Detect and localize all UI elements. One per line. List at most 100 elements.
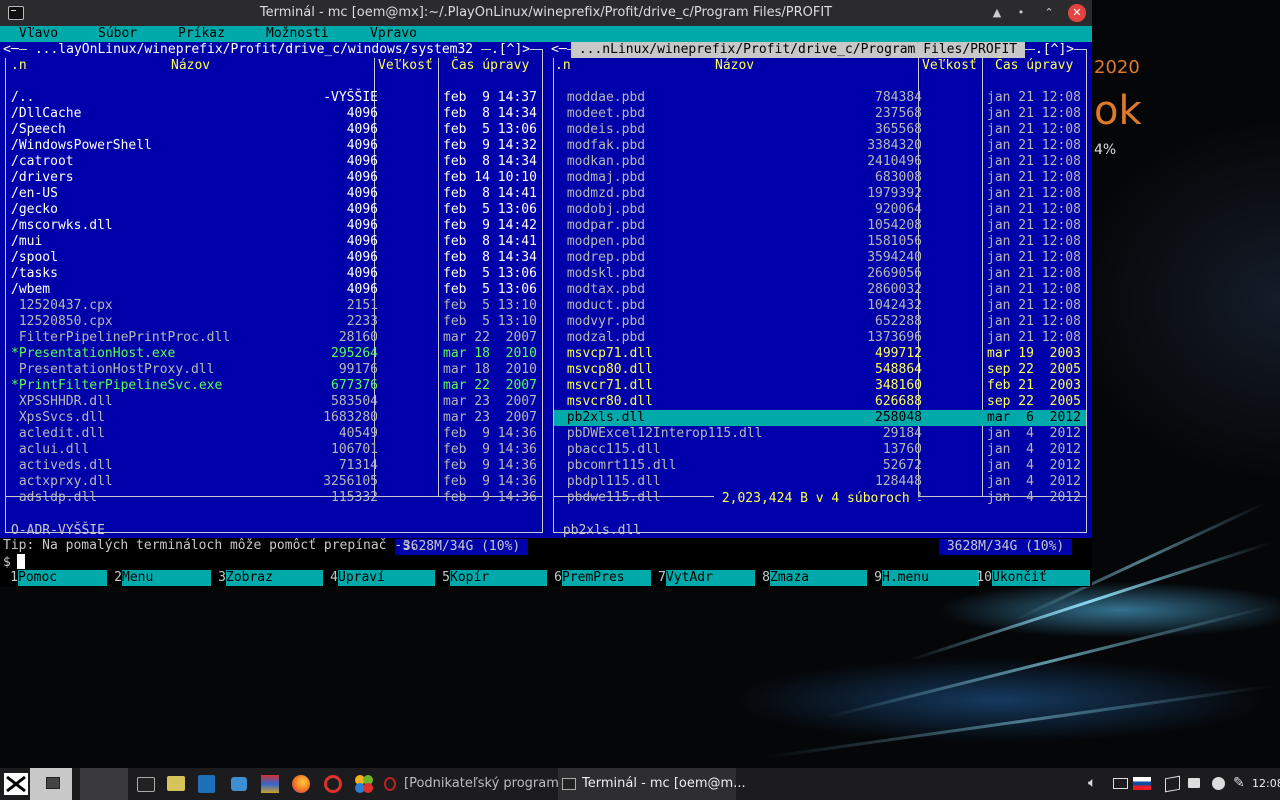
file-row[interactable]: moduct.pbd 1042432 jan 21 12:08 bbox=[554, 298, 1086, 314]
file-row[interactable]: /spool 4096 feb 8 14:34 bbox=[6, 250, 542, 266]
file-row[interactable]: /mui 4096 feb 8 14:41 bbox=[6, 234, 542, 250]
shade-button[interactable]: ▲ bbox=[988, 4, 1006, 22]
fkey-move[interactable]: 6 PremPres bbox=[544, 570, 651, 586]
file-row[interactable]: msvcp80.dll 548864 sep 22 2005 bbox=[554, 362, 1086, 378]
file-row[interactable]: msvcp71.dll 499712 mar 19 2003 bbox=[554, 346, 1086, 362]
menu-button[interactable] bbox=[3, 768, 29, 800]
launcher-app[interactable] bbox=[229, 768, 251, 800]
file-row[interactable]: modeet.pbd 237568 jan 21 12:08 bbox=[554, 106, 1086, 122]
keyboard-layout-tray[interactable] bbox=[1133, 768, 1153, 800]
launcher-terminal[interactable] bbox=[136, 768, 156, 800]
file-row[interactable]: /catroot 4096 feb 8 14:34 bbox=[6, 154, 542, 170]
launcher-playonlinux[interactable] bbox=[353, 768, 375, 800]
panel-history-button[interactable]: .[^]> bbox=[1035, 42, 1075, 58]
menu-options[interactable]: Možnosti bbox=[266, 26, 329, 42]
panel-corner[interactable]: <─ bbox=[3, 42, 19, 58]
fkey-menu[interactable]: 2 Menu bbox=[104, 570, 211, 586]
file-row[interactable]: /mscorwks.dll 4096 feb 9 14:42 bbox=[6, 218, 542, 234]
taskbar-window-podnikatelsky[interactable]: [Podnikateľský program... bbox=[380, 768, 571, 800]
file-row[interactable]: aclui.dll 106701 feb 9 14:36 bbox=[6, 442, 542, 458]
launcher-opera[interactable] bbox=[322, 768, 344, 800]
file-row[interactable]: pb2xls.dll 258048 mar 6 2012 bbox=[554, 410, 1086, 426]
file-row[interactable]: moddae.pbd 784384 jan 21 12:08 bbox=[554, 90, 1086, 106]
display-tray[interactable] bbox=[1112, 768, 1130, 800]
file-row[interactable]: PresentationHostProxy.dll 99176 mar 18 201… bbox=[6, 362, 542, 378]
fkey-delete[interactable]: 8 Zmaza bbox=[752, 570, 867, 586]
volume-tray[interactable]: 🔈︎ bbox=[1088, 768, 1106, 800]
file-row[interactable]: pbdpl115.dll 128448 jan 4 2012 bbox=[554, 474, 1086, 490]
file-row[interactable]: activeds.dll 71314 feb 9 14:36 bbox=[6, 458, 542, 474]
file-row[interactable]: /drivers 4096 feb 14 10:10 bbox=[6, 170, 542, 186]
file-row[interactable]: 12520437.cpx 2151 feb 5 13:10 bbox=[6, 298, 542, 314]
panel-corner[interactable]: <─ bbox=[551, 42, 567, 58]
file-row[interactable]: modskl.pbd 2669056 jan 21 12:08 bbox=[554, 266, 1086, 282]
window-titlebar[interactable]: Terminál - mc [oem@mx]:~/.PlayOnLinux/wi… bbox=[0, 0, 1092, 26]
file-row[interactable]: /tasks 4096 feb 5 13:06 bbox=[6, 266, 542, 282]
sort-indicator[interactable]: .n bbox=[11, 58, 27, 74]
file-row[interactable]: msvcr80.dll 626688 sep 22 2005 bbox=[554, 394, 1086, 410]
file-row[interactable]: modobj.pbd 920064 jan 21 12:08 bbox=[554, 202, 1086, 218]
launcher-archiver[interactable] bbox=[259, 768, 283, 800]
launcher-firefox[interactable] bbox=[290, 768, 312, 800]
menu-right[interactable]: Vpravo bbox=[370, 26, 417, 42]
fkey-pulldown[interactable]: 9 H.menu bbox=[864, 570, 979, 586]
update-tray[interactable] bbox=[1210, 768, 1228, 800]
file-row[interactable]: /gecko 4096 feb 5 13:06 bbox=[6, 202, 542, 218]
fkey-copy[interactable]: 5 Kopír bbox=[432, 570, 547, 586]
file-row[interactable]: modvyr.pbd 652288 jan 21 12:08 bbox=[554, 314, 1086, 330]
file-row[interactable]: modfak.pbd 3384320 jan 21 12:08 bbox=[554, 138, 1086, 154]
file-row[interactable]: FilterPipelinePrintProc.dll 28160 mar 22 2… bbox=[6, 330, 542, 346]
file-row[interactable]: modtax.pbd 2860032 jan 21 12:08 bbox=[554, 282, 1086, 298]
file-row[interactable]: pbacc115.dll 13760 jan 4 2012 bbox=[554, 442, 1086, 458]
fkey-view[interactable]: 3 Zobraz bbox=[208, 570, 323, 586]
file-row[interactable]: *PresentationHost.exe 295264 mar 18 2010 bbox=[6, 346, 542, 362]
file-row[interactable]: modeis.pbd 365568 jan 21 12:08 bbox=[554, 122, 1086, 138]
file-row[interactable]: adsldp.dll 115332 feb 9 14:36 bbox=[6, 490, 542, 506]
file-row[interactable]: XPSSHHDR.dll 583504 mar 23 2007 bbox=[6, 394, 542, 410]
file-row[interactable]: XpsSvcs.dll 1683280 mar 23 2007 bbox=[6, 410, 542, 426]
file-row[interactable]: /.. -VYŠŠIE feb 9 14:37 bbox=[6, 90, 542, 106]
fkey-quit[interactable]: 10 Ukončiť bbox=[976, 570, 1090, 586]
maximize-button[interactable]: ⌃ bbox=[1040, 4, 1058, 22]
workspace-1[interactable] bbox=[30, 768, 72, 800]
terminal-content[interactable]: Vľavo Súbor Príkaz Možnosti Vpravo <─ ..… bbox=[0, 26, 1092, 587]
file-row[interactable]: actxprxy.dll 3256105 feb 9 14:36 bbox=[6, 474, 542, 490]
file-row[interactable]: /en-US 4096 feb 8 14:41 bbox=[6, 186, 542, 202]
file-row[interactable]: modzal.pbd 1373696 jan 21 12:08 bbox=[554, 330, 1086, 346]
clock[interactable]: 12:08 bbox=[1250, 768, 1280, 800]
file-row[interactable]: msvcr71.dll 348160 feb 21 2003 bbox=[554, 378, 1086, 394]
file-row[interactable]: modpar.pbd 1054208 jan 21 12:08 bbox=[554, 218, 1086, 234]
minimize-button[interactable]: • bbox=[1012, 4, 1030, 22]
fkey-mkdir[interactable]: 7 VytAdr bbox=[648, 570, 755, 586]
fkey-help[interactable]: 1 Pomoc bbox=[0, 570, 107, 586]
file-row[interactable]: modpen.pbd 1581056 jan 21 12:08 bbox=[554, 234, 1086, 250]
clipboard-tray[interactable]: ✎ bbox=[1233, 768, 1249, 800]
file-row[interactable]: /Speech 4096 feb 5 13:06 bbox=[6, 122, 542, 138]
command-prompt[interactable]: $ bbox=[3, 554, 25, 571]
sort-indicator[interactable]: .n bbox=[555, 58, 571, 74]
menu-left[interactable]: Vľavo bbox=[19, 26, 58, 42]
file-row[interactable]: pbcomrt115.dll 52672 jan 4 2012 bbox=[554, 458, 1086, 474]
file-row[interactable]: modmzd.pbd 1979392 jan 21 12:08 bbox=[554, 186, 1086, 202]
package-tray[interactable] bbox=[1164, 768, 1182, 800]
file-row[interactable]: 12520850.cpx 2233 feb 5 13:10 bbox=[6, 314, 542, 330]
left-panel[interactable]: <─ ...layOnLinux/wineprefix/Profit/drive… bbox=[0, 42, 548, 555]
right-panel[interactable]: <─ ...nLinux/wineprefix/Profit/drive_c/P… bbox=[548, 42, 1092, 555]
launcher-calc[interactable] bbox=[197, 768, 217, 800]
file-row[interactable]: modrep.pbd 3594240 jan 21 12:08 bbox=[554, 250, 1086, 266]
menu-command[interactable]: Príkaz bbox=[178, 26, 225, 42]
launcher-files[interactable] bbox=[166, 768, 186, 800]
file-row[interactable]: modkan.pbd 2410496 jan 21 12:08 bbox=[554, 154, 1086, 170]
menu-file[interactable]: Súbor bbox=[98, 26, 137, 42]
file-row[interactable]: acledit.dll 40549 feb 9 14:36 bbox=[6, 426, 542, 442]
workspace-2[interactable] bbox=[80, 768, 128, 800]
file-row[interactable]: *PrintFilterPipelineSvc.exe 677376 mar 22 … bbox=[6, 378, 542, 394]
file-row[interactable]: /DllCache 4096 feb 8 14:34 bbox=[6, 106, 542, 122]
fkey-edit[interactable]: 4 Upraví bbox=[320, 570, 435, 586]
file-row[interactable]: /wbem 4096 feb 5 13:06 bbox=[6, 282, 542, 298]
file-row[interactable]: pbDWExcel12Interop115.dll 29184 jan 4 2012 bbox=[554, 426, 1086, 442]
panel-history-button[interactable]: .[^]> bbox=[491, 42, 531, 58]
taskbar-window-terminal[interactable]: Terminál - mc [oem@m... bbox=[558, 768, 746, 800]
file-row[interactable]: modmaj.pbd 683008 jan 21 12:08 bbox=[554, 170, 1086, 186]
network-tray[interactable] bbox=[1186, 768, 1204, 800]
